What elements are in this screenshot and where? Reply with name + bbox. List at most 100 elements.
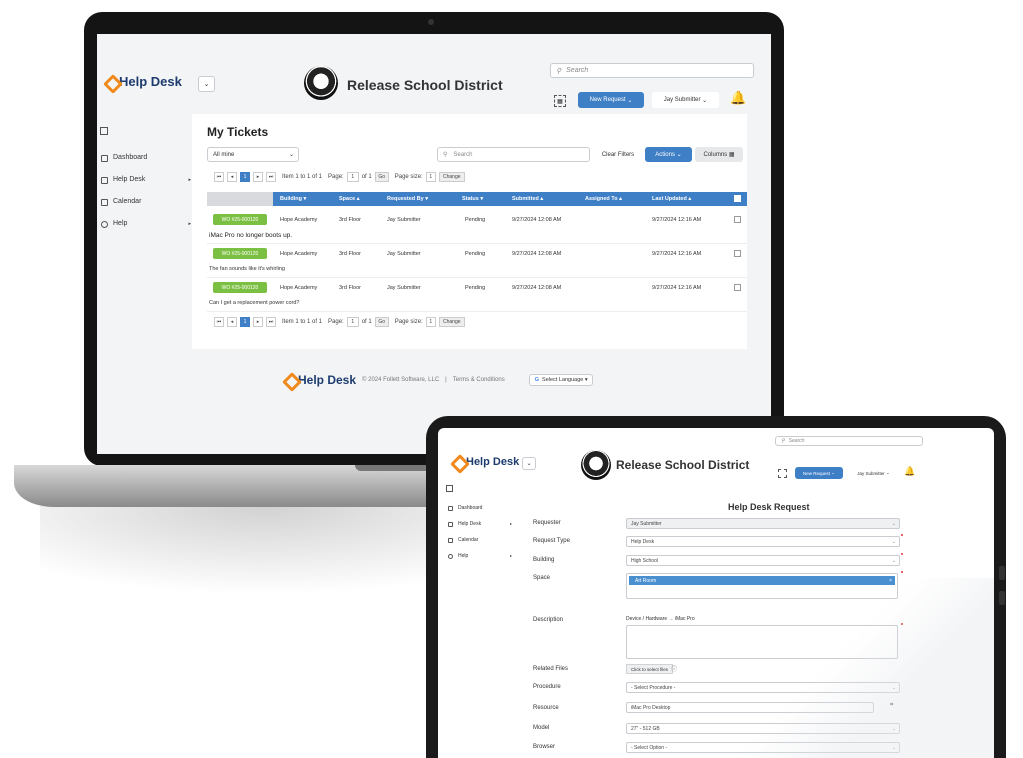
sidebar-item-dashboard[interactable]: Dashboard <box>101 147 191 169</box>
ticket-search-input[interactable]: ⚲ Search <box>437 147 590 162</box>
ticket-icon <box>101 176 108 184</box>
user-menu[interactable]: Jay Submitter ⌄ <box>652 92 719 108</box>
page-number-input[interactable]: 1 <box>346 317 359 327</box>
sidebar: Dashboard Help Desk ▸ Calendar Help ▸ <box>101 147 191 235</box>
pager-bottom: ⏮ ◂ 1 ▸ ⏭ Item 1 to 1 of 1 Page: 1 of 1 Go P… <box>214 317 465 327</box>
page-size-input[interactable]: 1 <box>425 317 436 327</box>
sidebar-item-calendar[interactable]: Calendar <box>101 191 191 213</box>
table-row[interactable]: WO #25-000120 Hope Academy 3rd Floor Jay… <box>207 244 747 278</box>
sidebar-item-dashboard[interactable]: Dashboard <box>448 500 512 516</box>
laptop-screen: Help Desk ⌄ Release School District ⚲ Sea… <box>97 34 771 454</box>
table-row[interactable]: WO #25-000120 Hope Academy 3rd Floor Jay… <box>207 278 747 312</box>
col-requested-by[interactable]: Requested By ▾ <box>387 196 428 202</box>
row-checkbox[interactable] <box>734 250 741 257</box>
ticket-filter-select[interactable]: All mine ⌄ <box>207 147 299 162</box>
work-order-badge[interactable]: WO #25-000120 <box>213 248 267 259</box>
language-select[interactable]: G Select Language ▾ <box>528 374 593 386</box>
prev-page-button[interactable]: ◂ <box>227 317 237 327</box>
row-checkbox[interactable] <box>734 284 741 291</box>
new-request-button[interactable]: New Request ⌄ <box>795 467 843 479</box>
last-page-button[interactable]: ⏭ <box>266 172 276 182</box>
district-name: Release School District <box>616 458 750 472</box>
app-logo[interactable]: Help Desk <box>105 74 182 89</box>
next-page-button[interactable]: ▸ <box>253 172 263 182</box>
new-request-button[interactable]: New Request ⌄ <box>578 92 644 108</box>
request-type-select[interactable]: Help Desk ⌄ <box>626 536 900 547</box>
required-marker <box>901 571 903 573</box>
calendar-icon <box>448 537 453 543</box>
app-logo[interactable]: Help Desk <box>452 456 519 468</box>
bell-icon[interactable]: 🔔 <box>904 466 915 477</box>
chevron-down-icon: ⌄ <box>886 470 890 475</box>
col-assigned-to[interactable]: Assigned To ▴ <box>585 196 622 202</box>
footer-logo[interactable]: Help Desk <box>284 373 356 387</box>
user-menu[interactable]: Jay Submitter ⌄ <box>849 467 898 479</box>
help-circle-icon <box>101 220 108 228</box>
row-checkbox[interactable] <box>734 216 741 223</box>
chevron-right-icon: ▸ <box>188 177 191 183</box>
sidebar-item-help[interactable]: Help ▸ <box>101 213 191 235</box>
help-circle-icon[interactable]: ⓘ <box>671 664 677 673</box>
building-select[interactable]: High School ⌄ <box>626 555 900 566</box>
columns-icon: ▦ <box>728 152 735 158</box>
change-button[interactable]: Change <box>438 172 465 182</box>
ticket-icon <box>448 521 453 527</box>
terms-link[interactable]: Terms & Conditions <box>453 377 505 383</box>
bell-icon[interactable]: 🔔 <box>730 90 746 106</box>
next-page-button[interactable]: ▸ <box>253 317 263 327</box>
global-search-input[interactable]: ⚲ Search <box>550 63 754 78</box>
chevron-right-icon: ▸ <box>188 221 191 227</box>
global-search-input[interactable]: ⚲ Search <box>775 436 923 446</box>
screen-glare <box>718 578 994 758</box>
page-size-input[interactable]: 1 <box>425 172 436 182</box>
sidebar-item-help-desk[interactable]: Help Desk ▸ <box>101 169 191 191</box>
required-marker <box>901 534 903 536</box>
select-all-checkbox[interactable] <box>734 195 741 202</box>
barcode-scan-icon[interactable]: ▦ <box>554 95 566 107</box>
chevron-down-icon: ⌄ <box>288 152 294 158</box>
select-files-button[interactable]: Click to select files <box>626 664 674 674</box>
collapse-sidebar-icon[interactable] <box>100 127 108 135</box>
go-button[interactable]: Go <box>374 172 389 182</box>
col-building[interactable]: Building ▾ <box>280 196 306 202</box>
page-1-button[interactable]: 1 <box>240 172 250 182</box>
work-order-badge[interactable]: WO #25-000120 <box>213 214 267 225</box>
col-last-updated[interactable]: Last Updated ▴ <box>652 196 691 202</box>
go-button[interactable]: Go <box>374 317 389 327</box>
columns-button[interactable]: Columns ▦ <box>695 147 743 162</box>
last-page-button[interactable]: ⏭ <box>266 317 276 327</box>
sidebar-item-help-desk[interactable]: Help Desk ▸ <box>448 516 512 532</box>
page-1-button[interactable]: 1 <box>240 317 250 327</box>
clear-filters-button[interactable]: Clear Filters <box>595 147 641 162</box>
chevron-right-icon: ▸ <box>509 521 512 526</box>
first-page-button[interactable]: ⏮ <box>214 172 224 182</box>
grid-icon <box>101 154 108 162</box>
col-status[interactable]: Status ▾ <box>462 196 483 202</box>
tablet-screen: Help Desk ⌄ Release School District ⚲ Sea… <box>438 428 994 758</box>
table-row[interactable]: WO #25-000120 Hope Academy 3rd Floor Jay… <box>207 210 747 244</box>
actions-button[interactable]: Actions ⌄ <box>645 147 692 162</box>
description-category: Device / Hardware → iMac Pro <box>626 616 695 622</box>
first-page-button[interactable]: ⏮ <box>214 317 224 327</box>
ticket-description: iMac Pro no longer boots up. <box>209 232 293 239</box>
collapse-sidebar-icon[interactable] <box>446 485 453 492</box>
col-submitted[interactable]: Submitted ▴ <box>512 196 543 202</box>
tablet-side-button <box>999 566 1005 580</box>
menu-toggle-button[interactable]: ⌄ <box>522 457 536 470</box>
sidebar-item-calendar[interactable]: Calendar <box>448 532 512 548</box>
header-blank <box>207 192 273 206</box>
requester-field[interactable]: Jay Submitter ⌄ <box>626 518 900 529</box>
tickets-panel: My Tickets All mine ⌄ ⚲ Search Clear Filte… <box>192 114 747 349</box>
menu-toggle-button[interactable]: ⌄ <box>198 76 215 92</box>
sidebar-item-help[interactable]: Help ▸ <box>448 548 512 564</box>
chevron-down-icon: ⌄ <box>627 97 633 104</box>
prev-page-button[interactable]: ◂ <box>227 172 237 182</box>
page-number-input[interactable]: 1 <box>346 172 359 182</box>
col-space[interactable]: Space ▴ <box>339 196 360 202</box>
barcode-scan-icon[interactable] <box>778 469 787 478</box>
table-header: Building ▾ Space ▴ Requested By ▾ Status… <box>207 192 747 206</box>
work-order-badge[interactable]: WO #25-000120 <box>213 282 267 293</box>
chevron-right-icon: ▸ <box>509 553 512 558</box>
change-button[interactable]: Change <box>438 317 465 327</box>
pager-top: ⏮ ◂ 1 ▸ ⏭ Item 1 to 1 of 1 Page: 1 of 1 Go P… <box>214 172 465 182</box>
